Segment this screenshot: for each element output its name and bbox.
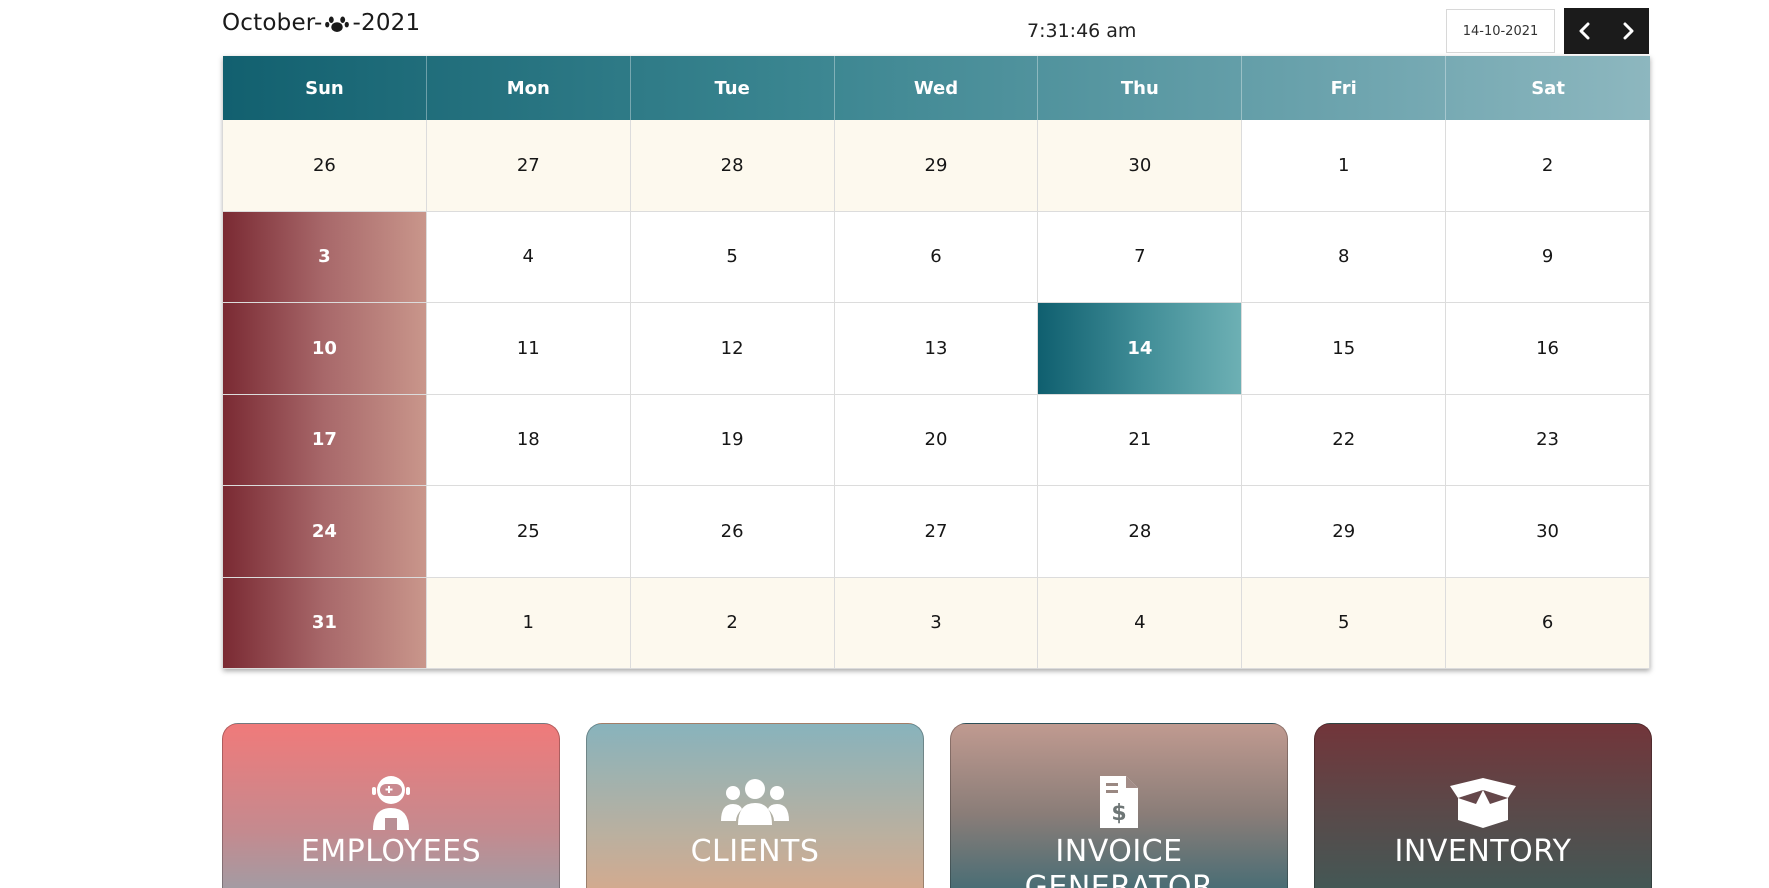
calendar-day[interactable]: 29 bbox=[1242, 486, 1447, 578]
clients-label: CLIENTS bbox=[690, 834, 820, 869]
calendar-day[interactable]: 14 bbox=[1038, 303, 1243, 395]
calendar-day-other-month[interactable]: 3 bbox=[834, 577, 1039, 669]
date-input[interactable] bbox=[1446, 9, 1555, 53]
calendar-day[interactable]: 15 bbox=[1242, 303, 1447, 395]
calendar-day[interactable]: 31 bbox=[223, 577, 427, 669]
calendar-day[interactable]: 4 bbox=[426, 211, 631, 303]
paw-icon bbox=[325, 16, 350, 32]
dashboard-cards: EMPLOYEES CLIENTS $ INVOICE GENERATOR IN… bbox=[222, 723, 1652, 888]
chevron-right-icon bbox=[1623, 22, 1634, 40]
calendar-day-other-month[interactable]: 30 bbox=[1038, 120, 1243, 212]
calendar-day[interactable]: 7 bbox=[1038, 211, 1243, 303]
chevron-left-icon bbox=[1579, 22, 1590, 40]
calendar-day[interactable]: 25 bbox=[426, 486, 631, 578]
month-title: October- -2021 bbox=[222, 10, 420, 36]
weekday-tue: Tue bbox=[631, 56, 835, 120]
year-label: -2021 bbox=[352, 10, 421, 36]
weekday-header: Sun Mon Tue Wed Thu Fri Sat bbox=[223, 56, 1650, 120]
calendar-day[interactable]: 12 bbox=[630, 303, 835, 395]
calendar-day[interactable]: 10 bbox=[223, 303, 427, 395]
invoice-generator-card[interactable]: $ INVOICE GENERATOR bbox=[950, 723, 1288, 888]
inventory-label: INVENTORY bbox=[1394, 834, 1572, 869]
month-navigation bbox=[1564, 8, 1649, 54]
clients-card[interactable]: CLIENTS bbox=[586, 723, 924, 888]
employees-label: EMPLOYEES bbox=[300, 834, 482, 869]
calendar-day[interactable]: 16 bbox=[1446, 303, 1650, 395]
employees-card[interactable]: EMPLOYEES bbox=[222, 723, 560, 888]
calendar-days: 26 27 28 29 30 1 2 3 4 5 6 7 8 9 10 11 12 13 14 15 16 17 18 19 2… bbox=[223, 120, 1650, 669]
open-box-icon bbox=[1450, 778, 1516, 828]
prev-month-button[interactable] bbox=[1564, 8, 1607, 54]
weekday-fri: Fri bbox=[1242, 56, 1447, 120]
calendar-day[interactable]: 26 bbox=[630, 486, 835, 578]
weekday-mon: Mon bbox=[427, 56, 631, 120]
calendar-day[interactable]: 20 bbox=[834, 394, 1039, 486]
weekday-sat: Sat bbox=[1531, 77, 1565, 99]
calendar-day[interactable]: 9 bbox=[1446, 211, 1650, 303]
calendar-grid: Sun Mon Tue Wed Thu Fri Sat 26 27 28 29 30 1 2 3 4 5 6 7 8… bbox=[223, 56, 1650, 669]
month-label: October- bbox=[222, 10, 323, 36]
invoice-generator-label: INVOICE GENERATOR bbox=[1024, 834, 1214, 888]
calendar-day[interactable]: 13 bbox=[834, 303, 1039, 395]
calendar-day[interactable]: 11 bbox=[426, 303, 631, 395]
users-icon bbox=[721, 779, 789, 825]
calendar-day[interactable]: 21 bbox=[1038, 394, 1243, 486]
calendar-day-other-month[interactable]: 1 bbox=[426, 577, 631, 669]
calendar-day[interactable]: 30 bbox=[1446, 486, 1650, 578]
svg-text:$: $ bbox=[1111, 801, 1126, 826]
calendar-day[interactable]: 6 bbox=[834, 211, 1039, 303]
weekday-sun: Sun bbox=[223, 56, 427, 120]
calendar-day[interactable]: 24 bbox=[223, 486, 427, 578]
calendar-day[interactable]: 1 bbox=[1242, 120, 1447, 212]
calendar-day-other-month[interactable]: 27 bbox=[426, 120, 631, 212]
weekday-wed: Wed bbox=[835, 56, 1039, 120]
calendar-day-other-month[interactable]: 5 bbox=[1242, 577, 1447, 669]
calendar-day-other-month[interactable]: 29 bbox=[834, 120, 1039, 212]
calendar-day[interactable]: 5 bbox=[630, 211, 835, 303]
calendar-day-other-month[interactable]: 28 bbox=[630, 120, 835, 212]
calendar-day[interactable]: 17 bbox=[223, 394, 427, 486]
calendar-dashboard: October- -2021 7:31:46 am SunMonTueWedTh… bbox=[0, 0, 1769, 888]
weekday-thu: Thu bbox=[1038, 56, 1243, 120]
calendar-day[interactable]: 2 bbox=[1446, 120, 1650, 212]
astronaut-icon bbox=[372, 776, 410, 830]
calendar-day[interactable]: 8 bbox=[1242, 211, 1447, 303]
calendar-day[interactable]: 19 bbox=[630, 394, 835, 486]
next-month-button[interactable] bbox=[1607, 8, 1650, 54]
calendar-day[interactable]: 27 bbox=[834, 486, 1039, 578]
inventory-card[interactable]: INVENTORY bbox=[1314, 723, 1652, 888]
calendar-day[interactable]: 3 bbox=[223, 211, 427, 303]
calendar-day-other-month[interactable]: 2 bbox=[630, 577, 835, 669]
calendar-day[interactable]: 23 bbox=[1446, 394, 1650, 486]
calendar-day[interactable]: 18 bbox=[426, 394, 631, 486]
calendar-day-other-month[interactable]: 6 bbox=[1446, 577, 1650, 669]
calendar-day[interactable]: 28 bbox=[1038, 486, 1243, 578]
calendar-day-other-month[interactable]: 26 bbox=[223, 120, 427, 212]
clock-display: 7:31:46 am bbox=[1027, 20, 1137, 42]
invoice-dollar-icon: $ bbox=[1100, 776, 1138, 828]
calendar-day-other-month[interactable]: 4 bbox=[1038, 577, 1243, 669]
calendar-day[interactable]: 22 bbox=[1242, 394, 1447, 486]
